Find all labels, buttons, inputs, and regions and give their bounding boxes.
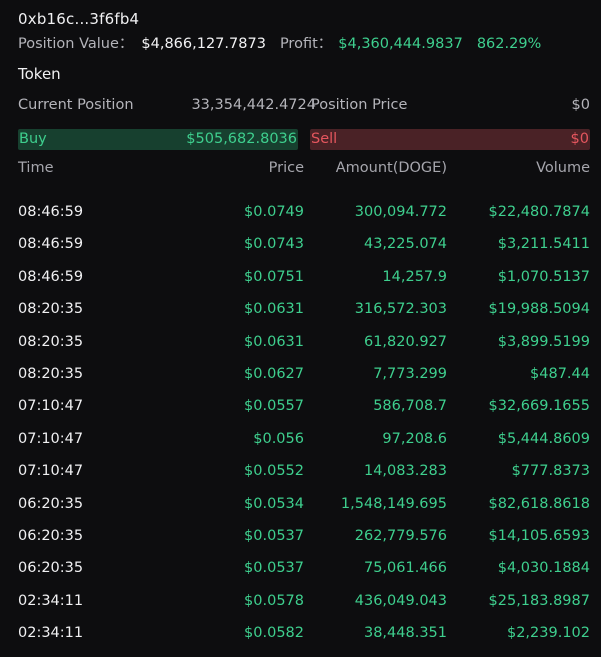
profit-percent: 862.29% (476, 36, 542, 52)
cell-price: $0.0537 (244, 527, 304, 544)
cell-price: $0.0631 (244, 333, 304, 350)
cell-price: $0.0534 (244, 495, 304, 512)
position-price-label: Position Price (311, 97, 408, 113)
table-row: 02:34:11 $0.0578 436,049.043 $25,183.8987 (18, 593, 590, 625)
table-body: 08:46:59 $0.0749 300,094.772 $22,480.7874 08… (18, 204, 590, 657)
cell-volume: $4,030.1884 (497, 560, 590, 577)
cell-price: $0.0743 (244, 236, 304, 253)
cell-price: $0.0582 (244, 625, 304, 642)
table-row: 07:10:47 $0.0552 14,083.283 $777.8373 (18, 463, 590, 495)
table-header: Time Price Amount(DOGE) Volume (18, 160, 590, 186)
cell-amount: 14,083.283 (363, 463, 447, 480)
cell-price: $0.0557 (244, 398, 304, 415)
position-value: $4,866,127.7873 (141, 36, 266, 52)
wallet-address[interactable]: 0xb16c...3f6fb4 (18, 10, 139, 28)
current-position-label: Current Position (18, 97, 134, 113)
cell-time: 02:34:11 (18, 592, 84, 609)
cell-volume: $5,444.8609 (497, 430, 590, 447)
cell-time: 07:10:47 (18, 398, 84, 415)
header-volume: Volume (536, 160, 590, 176)
cell-volume: $22,480.7874 (488, 204, 590, 220)
cell-amount: 75,061.466 (363, 560, 447, 577)
header-price: Price (268, 160, 304, 176)
profit-label: Profit： (279, 36, 333, 52)
cell-time: 08:20:35 (18, 333, 84, 350)
current-position-value: 33,354,442.4724 (191, 97, 316, 113)
table-row: 06:20:35 $0.0537 262,779.576 $14,105.6593 (18, 528, 590, 560)
cell-amount: 14,257.9 (382, 268, 447, 285)
buy-sell-bars: Buy $505,682.8036 Sell $0 (18, 129, 590, 150)
cell-amount: 262,779.576 (354, 527, 447, 544)
cell-volume: $25,183.8987 (488, 592, 590, 609)
cell-volume: $82,618.8618 (488, 495, 590, 512)
wallet-position-panel: 0xb16c...3f6fb4 Position Value： $4,866,1… (0, 0, 601, 650)
cell-price: $0.0552 (244, 463, 304, 480)
position-price-value: $0 (571, 97, 590, 113)
cell-amount: 61,820.927 (363, 333, 447, 350)
cell-time: 06:20:35 (18, 495, 84, 512)
cell-price: $0.056 (253, 430, 304, 447)
table-row: 08:46:59 $0.0749 300,094.772 $22,480.7874 (18, 204, 590, 236)
cell-time: 08:20:35 (18, 365, 84, 382)
cell-price: $0.0631 (244, 301, 304, 318)
cell-volume: $19,988.5094 (488, 301, 590, 318)
buy-bar: Buy $505,682.8036 (18, 129, 298, 150)
cell-amount: 38,448.351 (363, 625, 447, 642)
cell-amount: 7,773.299 (373, 365, 447, 382)
cell-time: 06:20:35 (18, 527, 84, 544)
cell-amount: 43,225.074 (363, 236, 447, 253)
cell-price: $0.0537 (244, 560, 304, 577)
cell-amount: 586,708.7 (373, 398, 447, 415)
buy-value: $505,682.8036 (186, 131, 297, 147)
table-row: 08:20:35 $0.0631 316,572.303 $19,988.5094 (18, 301, 590, 333)
table-row: 08:46:59 $0.0743 43,225.074 $3,211.5411 (18, 236, 590, 268)
header-amount: Amount(DOGE) (335, 160, 447, 176)
table-row: 08:20:35 $0.0627 7,773.299 $487.44 (18, 366, 590, 398)
sell-label: Sell (311, 131, 338, 147)
cell-amount: 436,049.043 (354, 592, 447, 609)
cell-volume: $14,105.6593 (488, 527, 590, 544)
position-row: Current Position 33,354,442.4724 Positio… (18, 97, 590, 117)
cell-volume: $487.44 (530, 365, 590, 382)
position-value-label: Position Value： (18, 36, 134, 52)
cell-time: 06:20:35 (18, 560, 84, 577)
cell-amount: 316,572.303 (354, 301, 447, 318)
cell-volume: $3,899.5199 (497, 333, 590, 350)
cell-amount: 1,548,149.695 (340, 495, 447, 512)
table-row: 07:10:47 $0.0557 586,708.7 $32,669.1655 (18, 398, 590, 430)
table-row: 08:46:59 $0.0751 14,257.9 $1,070.5137 (18, 269, 590, 301)
profit-value: $4,360,444.9837 (338, 36, 463, 52)
cell-price: $0.0578 (244, 592, 304, 609)
table-row: 02:34:11 $0.0582 38,448.351 $2,239.102 (18, 625, 590, 657)
cell-time: 07:10:47 (18, 430, 84, 447)
table-row: 08:20:35 $0.0631 61,820.927 $3,899.5199 (18, 334, 590, 366)
cell-price: $0.0751 (244, 268, 304, 285)
cell-volume: $1,070.5137 (497, 268, 590, 285)
cell-time: 02:34:11 (18, 625, 84, 642)
sell-value: $0 (570, 131, 589, 147)
cell-price: $0.0749 (244, 204, 304, 220)
cell-time: 08:46:59 (18, 236, 84, 253)
cell-volume: $777.8373 (511, 463, 590, 480)
cell-volume: $2,239.102 (506, 625, 590, 642)
trades-table: Time Price Amount(DOGE) Volume 08:46:59 $… (18, 160, 590, 657)
cell-volume: $3,211.5411 (497, 236, 590, 253)
cell-amount: 300,094.772 (354, 204, 447, 220)
cell-amount: 97,208.6 (382, 430, 447, 447)
header-time: Time (18, 160, 54, 176)
cell-price: $0.0627 (244, 365, 304, 382)
position-summary: Position Value： $4,866,127.7873 Profit： … (18, 32, 541, 53)
buy-label: Buy (19, 131, 47, 147)
table-row: 06:20:35 $0.0534 1,548,149.695 $82,618.8618 (18, 496, 590, 528)
table-row: 07:10:47 $0.056 97,208.6 $5,444.8609 (18, 431, 590, 463)
cell-time: 08:46:59 (18, 268, 84, 285)
cell-time: 07:10:47 (18, 463, 84, 480)
cell-volume: $32,669.1655 (488, 398, 590, 415)
token-section-title: Token (18, 65, 61, 83)
cell-time: 08:46:59 (18, 204, 84, 220)
sell-bar: Sell $0 (310, 129, 590, 150)
cell-time: 08:20:35 (18, 301, 84, 318)
table-row: 06:20:35 $0.0537 75,061.466 $4,030.1884 (18, 560, 590, 592)
